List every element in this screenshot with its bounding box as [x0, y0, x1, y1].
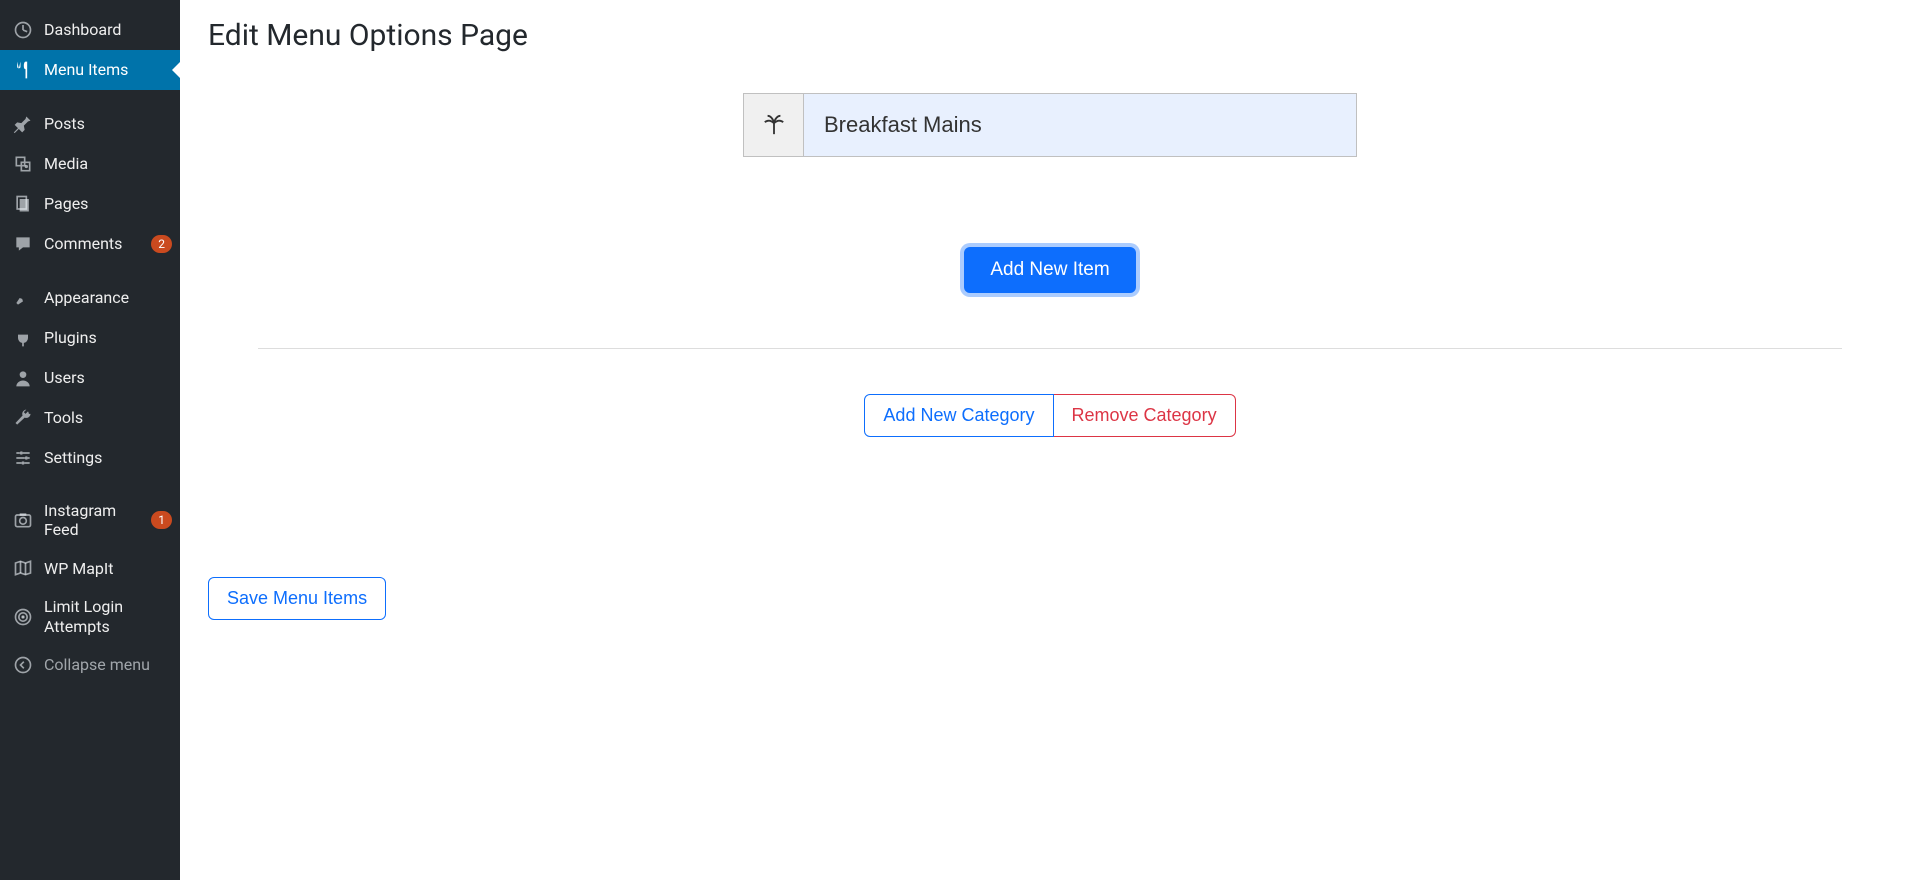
- sidebar-item-label: Instagram Feed: [44, 501, 145, 539]
- comments-icon: [12, 233, 34, 255]
- sidebar-item-wp-mapit[interactable]: WP MapIt: [0, 548, 180, 588]
- sidebar-item-instagram-feed[interactable]: Instagram Feed 1: [0, 492, 180, 548]
- sidebar-item-users[interactable]: Users: [0, 358, 180, 398]
- user-icon: [12, 367, 34, 389]
- category-buttons-row: Add New Category Remove Category: [208, 394, 1892, 437]
- sidebar-item-label: Plugins: [44, 328, 172, 347]
- add-new-category-button[interactable]: Add New Category: [864, 394, 1053, 437]
- category-name-input[interactable]: [804, 94, 1356, 156]
- main-content: Edit Menu Options Page Add New Item: [180, 0, 1920, 880]
- sidebar-item-pages[interactable]: Pages: [0, 184, 180, 224]
- sidebar-item-label: WP MapIt: [44, 559, 172, 578]
- fingerprint-icon: [12, 606, 34, 628]
- sidebar-item-appearance[interactable]: Appearance: [0, 278, 180, 318]
- sidebar-badge: 1: [151, 511, 172, 529]
- utensils-icon: [12, 59, 34, 81]
- sidebar-item-label: Media: [44, 154, 172, 173]
- map-icon: [12, 557, 34, 579]
- category-input-group: [743, 93, 1357, 157]
- collapse-icon: [12, 654, 34, 676]
- palm-icon: [763, 114, 785, 136]
- sidebar-item-tools[interactable]: Tools: [0, 398, 180, 438]
- wrench-icon: [12, 407, 34, 429]
- sidebar-item-label: Menu Items: [44, 60, 172, 79]
- sidebar-item-label: Dashboard: [44, 20, 172, 39]
- sidebar-item-label: Appearance: [44, 288, 172, 307]
- sidebar-item-collapse-menu[interactable]: Collapse menu: [0, 645, 180, 685]
- sidebar-item-settings[interactable]: Settings: [0, 438, 180, 478]
- category-button-group: Add New Category Remove Category: [864, 394, 1235, 437]
- page-title: Edit Menu Options Page: [208, 18, 1892, 53]
- sidebar-item-posts[interactable]: Posts: [0, 104, 180, 144]
- pages-icon: [12, 193, 34, 215]
- sidebar-item-comments[interactable]: Comments 2: [0, 224, 180, 264]
- sidebar-item-dashboard[interactable]: Dashboard: [0, 10, 180, 50]
- sidebar-item-limit-login-attempts[interactable]: Limit Login Attempts: [0, 588, 180, 644]
- admin-sidebar: Dashboard Menu Items Posts Media Pages Commen…: [0, 0, 180, 880]
- save-row: Save Menu Items: [208, 577, 1892, 620]
- pin-icon: [12, 113, 34, 135]
- sidebar-item-label: Limit Login Attempts: [44, 597, 172, 635]
- remove-category-button[interactable]: Remove Category: [1054, 394, 1236, 437]
- save-menu-items-button[interactable]: Save Menu Items: [208, 577, 386, 620]
- sidebar-item-label: Tools: [44, 408, 172, 427]
- camera-icon: [12, 509, 34, 531]
- category-row: [208, 93, 1892, 157]
- add-item-row: Add New Item: [208, 247, 1892, 293]
- dashboard-icon: [12, 19, 34, 41]
- plug-icon: [12, 327, 34, 349]
- sidebar-item-label: Users: [44, 368, 172, 387]
- brush-icon: [12, 287, 34, 309]
- sidebar-item-plugins[interactable]: Plugins: [0, 318, 180, 358]
- sidebar-item-label: Posts: [44, 114, 172, 133]
- sidebar-item-label: Settings: [44, 448, 172, 467]
- sidebar-item-label: Pages: [44, 194, 172, 213]
- media-icon: [12, 153, 34, 175]
- add-new-item-button[interactable]: Add New Item: [964, 247, 1135, 293]
- section-divider: [258, 348, 1842, 349]
- category-icon-box[interactable]: [744, 94, 804, 156]
- sidebar-item-media[interactable]: Media: [0, 144, 180, 184]
- sidebar-separator: [0, 90, 180, 104]
- sidebar-item-label: Comments: [44, 234, 145, 253]
- sidebar-separator: [0, 264, 180, 278]
- sidebar-separator: [0, 478, 180, 492]
- sliders-icon: [12, 447, 34, 469]
- sidebar-badge: 2: [151, 235, 172, 253]
- sidebar-item-label: Collapse menu: [44, 655, 172, 674]
- sidebar-item-menu-items[interactable]: Menu Items: [0, 50, 180, 90]
